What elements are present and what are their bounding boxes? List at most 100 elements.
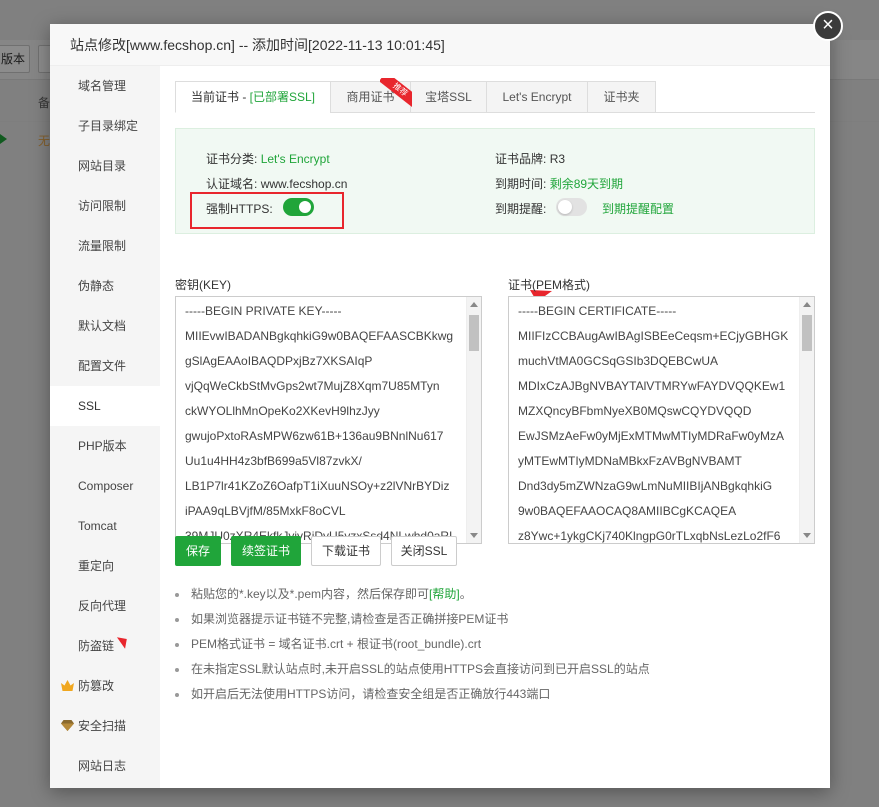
sidebar-item-tamper-proof[interactable]: 防篡改 (50, 666, 160, 706)
cert-line: z8Ywc+1ykgCKj740KlngpG0rTLxqbNsLezLo2fF6 (518, 529, 781, 543)
cert-expire-value: 剩余89天到期 (549, 177, 624, 191)
private-key-textarea[interactable]: -----BEGIN PRIVATE KEY----- MIIEvwIBADAN… (175, 296, 482, 544)
sidebar-item-label: SSL (78, 399, 101, 413)
sidebar-item-label: Composer (78, 479, 134, 493)
scroll-down-icon[interactable] (803, 533, 811, 538)
sidebar-item-label: 域名管理 (78, 79, 127, 93)
tab-label: 当前证书 - (190, 90, 250, 104)
sidebar-item-traffic-limit[interactable]: 流量限制 (50, 226, 160, 266)
cert-domain-label: 认证域名: (206, 177, 258, 191)
dialog-title: 站点修改[www.fecshop.cn] -- 添加时间[2022-11-13 … (50, 24, 830, 66)
cert-domain-value: www.fecshop.cn (260, 177, 348, 191)
tab-label: 宝塔SSL (425, 90, 472, 104)
key-line: iPAA9qLBVjfM/85MxkF8oCVL (185, 504, 346, 518)
sidebar-item-composer[interactable]: Composer (50, 466, 160, 506)
sidebar-item-site-log[interactable]: 网站日志 (50, 746, 160, 786)
key-line: LB1P7lr41KZoZ6OafpT1iXuuNSOy+z2lVNrBYDiz (185, 479, 450, 493)
sidebar-item-php-version[interactable]: PHP版本 (50, 426, 160, 466)
sidebar-item-label: 子目录绑定 (78, 119, 139, 133)
ssl-status-badge: [已部署SSL] (249, 90, 316, 104)
sidebar-item-ssl[interactable]: SSL (50, 386, 160, 426)
cert-expire: 到期时间: 剩余89天到期 (495, 175, 623, 192)
key-scrollbar[interactable] (466, 297, 481, 543)
tab-label: Let's Encrypt (502, 90, 572, 104)
cert-line: muchVtMA0GCSqGSIb3DQEBCwUA (518, 354, 719, 368)
cert-scrollbar[interactable] (799, 297, 814, 543)
cert-line: MDIxCzAJBgNVBAYTAlVTMRYwFAYDVQQKEw1 (518, 379, 786, 393)
cert-line: yMTEwMTIyMDNaMBkxFzAVBgNVBAMT (518, 454, 742, 468)
sidebar-item-label: 防篡改 (78, 679, 115, 693)
cert-pane-label: 证书(PEM格式) (508, 278, 590, 292)
sidebar-item-site-directory[interactable]: 网站目录 (50, 146, 160, 186)
cert-line: MIIFIzCCBAugAwIBAgISBEeCeqsm+ECjyGBHGK (518, 329, 789, 343)
sidebar-item-hotlink[interactable]: 防盗链 (50, 626, 160, 666)
key-line: vjQqWeCkbStMvGps2wt7MujZ8Xqm7U85MTyn (185, 379, 440, 393)
tip-item: 粘贴您的*.key以及*.pem内容，然后保存即可[帮助]。 (175, 582, 815, 607)
cert-line: -----BEGIN CERTIFICATE----- (518, 304, 677, 318)
expire-remind-config-link[interactable]: 到期提醒配置 (602, 200, 674, 217)
cert-category: 证书分类: Let's Encrypt (206, 150, 330, 167)
sidebar-item-label: 访问限制 (78, 199, 127, 213)
tab-current-cert[interactable]: 当前证书 - [已部署SSL] (175, 81, 331, 113)
sidebar-item-reverse-proxy[interactable]: 反向代理 (50, 586, 160, 626)
scroll-up-icon[interactable] (803, 302, 811, 307)
sidebar-item-default-doc[interactable]: 默认文档 (50, 306, 160, 346)
diamond-icon (61, 720, 74, 731)
sidebar-item-subdirectory[interactable]: 子目录绑定 (50, 106, 160, 146)
sidebar-item-domain[interactable]: 域名管理 (50, 66, 160, 106)
key-line: gSlAgEAAoIBAQDPxjBz7XKSAIqP (185, 354, 373, 368)
sidebar-item-config-file[interactable]: 配置文件 (50, 346, 160, 386)
tab-baota-ssl[interactable]: 宝塔SSL (410, 81, 487, 113)
sidebar-item-label: 配置文件 (78, 359, 127, 373)
scroll-down-icon[interactable] (470, 533, 478, 538)
sidebar-item-label: 防盗链 (78, 639, 115, 653)
site-settings-dialog: 站点修改[www.fecshop.cn] -- 添加时间[2022-11-13 … (50, 24, 830, 788)
tab-cert-folder[interactable]: 证书夹 (587, 81, 656, 113)
cert-expire-label: 到期时间: (495, 177, 547, 191)
download-cert-button[interactable]: 下载证书 (311, 536, 381, 566)
dialog-close-button[interactable]: × (813, 11, 843, 41)
renew-cert-button[interactable]: 续签证书 (231, 536, 301, 566)
tab-lets-encrypt[interactable]: Let's Encrypt (486, 81, 588, 113)
sidebar-item-security-scan[interactable]: 安全扫描 (50, 706, 160, 746)
scroll-thumb[interactable] (802, 315, 812, 351)
sidebar-item-label: Tomcat (78, 519, 117, 533)
sidebar-item-access-limit[interactable]: 访问限制 (50, 186, 160, 226)
sidebar-item-label: 默认文档 (78, 319, 127, 333)
save-button[interactable]: 保存 (175, 536, 221, 566)
close-ssl-button[interactable]: 关闭SSL (391, 536, 457, 566)
key-line: ckWYOLlhMnOpeKo2XKevH9lhzJyy (185, 404, 380, 418)
sidebar-item-rewrite[interactable]: 伪静态 (50, 266, 160, 306)
sidebar-item-label: 反向代理 (78, 599, 127, 613)
tip-item: 在未指定SSL默认站点时,未开启SSL的站点使用HTTPS会直接访问到已开启SS… (175, 657, 815, 682)
key-line: Uu1u4HH4z3bfB699a5Vl87zvkX/ (185, 454, 362, 468)
cert-line: Dnd3dy5mZWNzaG9wLmNuMIIBIjANBgkqhkiG (518, 479, 773, 493)
tips-list: 粘贴您的*.key以及*.pem内容，然后保存即可[帮助]。 如果浏览器提示证书… (175, 582, 815, 707)
cert-info-box: 证书分类: Let's Encrypt 认证域名: www.fecshop.cn… (175, 128, 815, 234)
red-flag-icon (115, 637, 127, 649)
key-line: gwujoPxtoRAsMPW6zw61B+136au9BNnlNu617 (185, 429, 444, 443)
scroll-thumb[interactable] (469, 315, 479, 351)
scroll-up-icon[interactable] (470, 302, 478, 307)
cert-line: EwJSMzAeFw0yMjExMTMwMTIyMDRaFw0yMzA (518, 429, 785, 443)
certificate-textarea[interactable]: -----BEGIN CERTIFICATE----- MIIFIzCCBAug… (508, 296, 815, 544)
ssl-tabs: 当前证书 - [已部署SSL] 商用证书 宝塔SSL Let's Encrypt… (175, 78, 815, 113)
cert-category-value: Let's Encrypt (260, 152, 330, 166)
sidebar-item-label: PHP版本 (78, 439, 127, 453)
help-link[interactable]: [帮助] (429, 587, 460, 601)
annotation-highlight-box (190, 192, 344, 229)
crown-icon (61, 680, 74, 691)
settings-sidebar: 域名管理 子目录绑定 网站目录 访问限制 流量限制 伪静态 默认文档 配置文件 … (50, 66, 160, 788)
sidebar-item-redirect[interactable]: 重定向 (50, 546, 160, 586)
sidebar-item-tomcat[interactable]: Tomcat (50, 506, 160, 546)
tip-text: 。 (459, 587, 472, 601)
key-line: MIIEvwIBADANBgkqhkiG9w0BAQEFAASCBKkwg (185, 329, 454, 343)
expire-remind-toggle[interactable] (556, 198, 587, 216)
cert-brand-label: 证书品牌: (495, 152, 547, 166)
tip-item: PEM格式证书 = 域名证书.crt + 根证书(root_bundle).cr… (175, 632, 815, 657)
sidebar-item-label: 网站日志 (78, 759, 127, 773)
sidebar-item-label: 安全扫描 (78, 719, 127, 733)
key-line: -----BEGIN PRIVATE KEY----- (185, 304, 342, 318)
sidebar-item-label: 流量限制 (78, 239, 127, 253)
cert-brand: 证书品牌: R3 (495, 150, 565, 167)
